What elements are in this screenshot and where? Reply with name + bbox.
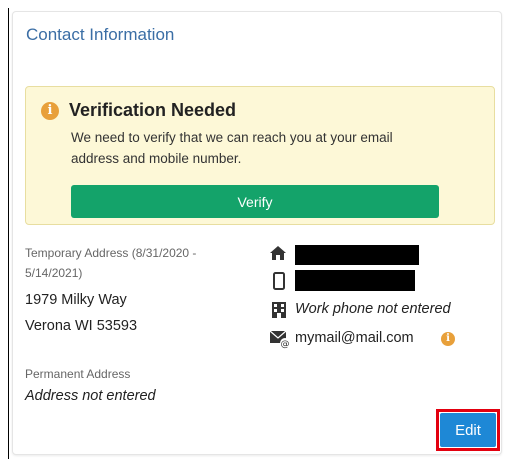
card-title: Contact Information — [26, 25, 175, 44]
contact-information-card: Contact Information i Verification Neede… — [12, 11, 502, 455]
work-phone-value: Work phone not entered — [295, 301, 451, 317]
mobile-phone-icon — [273, 272, 285, 290]
temporary-address-label: Temporary Address (8/31/2020 - 5/14/2021… — [25, 246, 197, 280]
window-edge — [8, 8, 9, 459]
home-phone-redacted — [295, 245, 419, 265]
permanent-address-value: Address not entered — [25, 388, 156, 404]
verify-button[interactable]: Verify — [71, 185, 439, 218]
email-value: mymail@mail.com — [295, 330, 414, 346]
temporary-address-line1: 1979 Milky Way — [25, 292, 127, 308]
edit-button[interactable]: Edit — [440, 413, 496, 447]
verification-alert: i Verification Needed We need to verify … — [25, 86, 495, 225]
svg-text:@: @ — [281, 340, 290, 350]
permanent-address-label: Permanent Address — [25, 367, 131, 381]
temporary-address-line2: Verona WI 53593 — [25, 318, 138, 334]
alert-message: We need to verify that we can reach you … — [71, 130, 393, 166]
home-icon — [270, 246, 286, 260]
building-icon — [272, 302, 286, 318]
email-info-icon[interactable]: i — [441, 332, 455, 346]
mobile-phone-redacted — [295, 270, 415, 291]
info-circle-icon: i — [41, 102, 59, 120]
email-icon: @ — [269, 330, 290, 350]
alert-title: Verification Needed — [69, 100, 237, 120]
